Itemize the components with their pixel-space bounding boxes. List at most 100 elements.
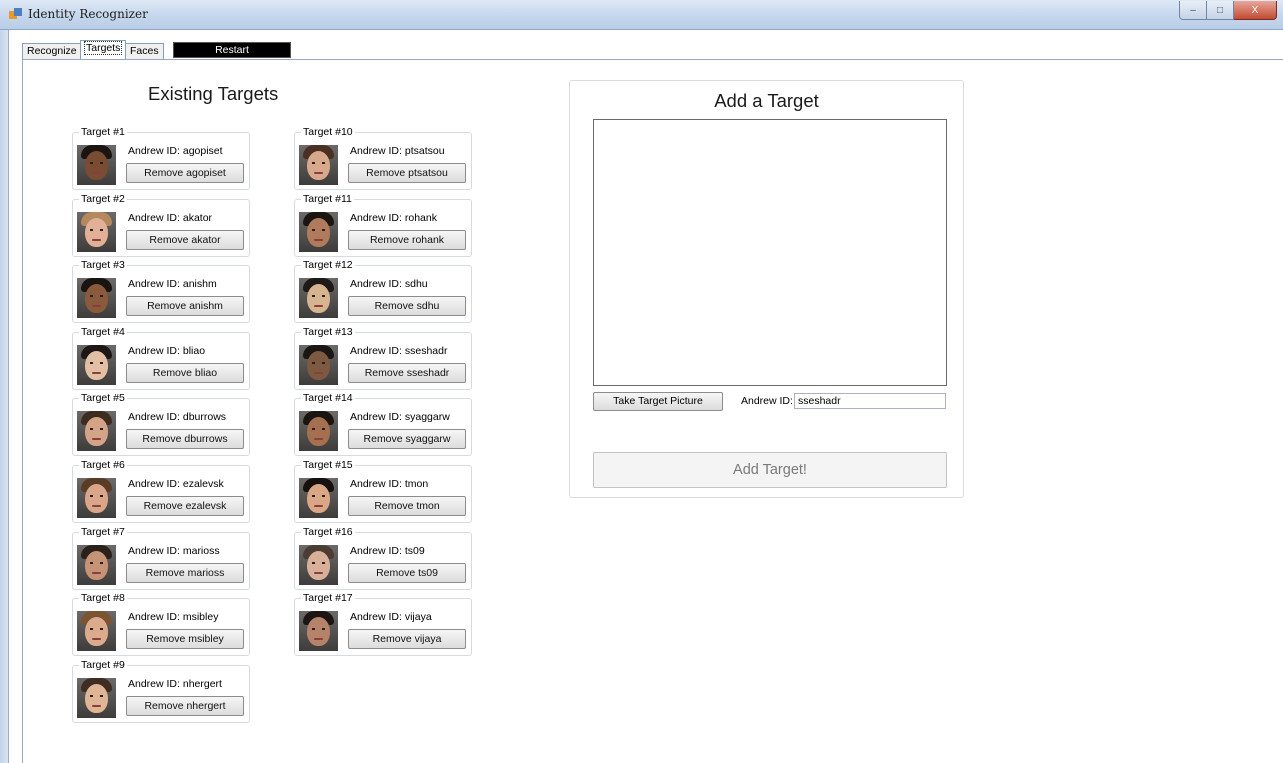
target-group: Target #2 Andrew ID: akator Remove akator bbox=[72, 194, 250, 257]
target-group: Target #5 Andrew ID: dburrows Remove dburr… bbox=[72, 393, 250, 456]
andrew-id-label: Andrew ID: vijaya bbox=[350, 611, 432, 623]
face-mouth bbox=[92, 572, 101, 574]
remove-target-button[interactable]: Remove bliao bbox=[126, 363, 244, 383]
restart-button[interactable]: Restart bbox=[173, 42, 291, 58]
face-eyes bbox=[90, 229, 103, 231]
tab-panel-border bbox=[22, 59, 1283, 60]
andrew-id-label: Andrew ID: agopiset bbox=[128, 145, 223, 157]
remove-target-button[interactable]: Remove tmon bbox=[348, 496, 466, 516]
face-mouth bbox=[92, 172, 101, 174]
face-mouth bbox=[314, 172, 323, 174]
face-eyes bbox=[90, 695, 103, 697]
remove-target-button[interactable]: Remove ts09 bbox=[348, 563, 466, 583]
target-group: Target #7 Andrew ID: marioss Remove marios… bbox=[72, 527, 250, 590]
face-mouth bbox=[92, 438, 101, 440]
face-mouth bbox=[314, 638, 323, 640]
face-skin bbox=[85, 417, 108, 446]
target-group: Target #8 Andrew ID: msibley Remove msible… bbox=[72, 593, 250, 656]
face-skin bbox=[85, 284, 108, 313]
andrew-id-label: Andrew ID: ptsatsou bbox=[350, 145, 445, 157]
remove-target-button[interactable]: Remove ezalevsk bbox=[126, 496, 244, 516]
face-mouth bbox=[92, 505, 101, 507]
target-face-photo bbox=[77, 411, 116, 451]
target-face-photo bbox=[77, 278, 116, 318]
face-skin bbox=[85, 484, 108, 513]
remove-target-button[interactable]: Remove sseshadr bbox=[348, 363, 466, 383]
target-legend: Target #9 bbox=[79, 659, 127, 671]
remove-target-button[interactable]: Remove dburrows bbox=[126, 429, 244, 449]
window-frame-left bbox=[0, 30, 8, 763]
face-eyes bbox=[90, 362, 103, 364]
face-mouth bbox=[314, 305, 323, 307]
face-skin bbox=[307, 484, 330, 513]
andrew-id-label: Andrew ID: ts09 bbox=[350, 545, 425, 557]
andrew-id-label: Andrew ID: syaggarw bbox=[350, 411, 450, 423]
target-face-photo bbox=[77, 145, 116, 185]
tab-recognize[interactable]: Recognize bbox=[22, 43, 82, 59]
target-face-photo bbox=[299, 478, 338, 518]
target-group: Target #17 Andrew ID: vijaya Remove vijaya bbox=[294, 593, 472, 656]
face-skin bbox=[307, 151, 330, 180]
target-face-photo bbox=[299, 278, 338, 318]
target-legend: Target #14 bbox=[301, 392, 355, 404]
target-face-photo bbox=[77, 678, 116, 718]
remove-target-button[interactable]: Remove syaggarw bbox=[348, 429, 466, 449]
face-skin bbox=[307, 617, 330, 646]
remove-target-button[interactable]: Remove akator bbox=[126, 230, 244, 250]
target-legend: Target #13 bbox=[301, 326, 355, 338]
target-face-photo bbox=[77, 611, 116, 651]
face-eyes bbox=[312, 362, 325, 364]
andrew-id-label: Andrew ID: nhergert bbox=[128, 678, 222, 690]
face-mouth bbox=[92, 372, 101, 374]
face-eyes bbox=[90, 628, 103, 630]
target-legend: Target #5 bbox=[79, 392, 127, 404]
tab-label: Recognize bbox=[27, 45, 77, 57]
target-legend: Target #12 bbox=[301, 259, 355, 271]
target-legend: Target #7 bbox=[79, 526, 127, 538]
face-skin bbox=[85, 151, 108, 180]
remove-target-button[interactable]: Remove vijaya bbox=[348, 629, 466, 649]
andrew-id-label: Andrew ID: sseshadr bbox=[350, 345, 448, 357]
tab-faces[interactable]: Faces bbox=[125, 43, 164, 59]
target-group: Target #9 Andrew ID: nhergert Remove nherg… bbox=[72, 660, 250, 723]
target-picture-box bbox=[593, 119, 947, 386]
target-legend: Target #4 bbox=[79, 326, 127, 338]
remove-target-button[interactable]: Remove nhergert bbox=[126, 696, 244, 716]
target-face-photo bbox=[299, 212, 338, 252]
remove-target-button[interactable]: Remove marioss bbox=[126, 563, 244, 583]
target-group: Target #6 Andrew ID: ezalevsk Remove ezale… bbox=[72, 460, 250, 523]
add-target-button[interactable]: Add Target! bbox=[593, 452, 947, 488]
maximize-icon[interactable]: □ bbox=[1207, 1, 1234, 20]
remove-target-button[interactable]: Remove sdhu bbox=[348, 296, 466, 316]
remove-target-button[interactable]: Remove msibley bbox=[126, 629, 244, 649]
remove-target-button[interactable]: Remove ptsatsou bbox=[348, 163, 466, 183]
face-mouth bbox=[314, 438, 323, 440]
face-skin bbox=[85, 351, 108, 380]
face-eyes bbox=[90, 162, 103, 164]
take-target-picture-button[interactable]: Take Target Picture bbox=[593, 392, 723, 411]
target-face-photo bbox=[77, 345, 116, 385]
target-legend: Target #2 bbox=[79, 193, 127, 205]
face-eyes bbox=[90, 428, 103, 430]
target-group: Target #12 Andrew ID: sdhu Remove sdhu bbox=[294, 260, 472, 323]
tab-label: Faces bbox=[130, 45, 159, 57]
close-icon[interactable]: X bbox=[1234, 1, 1277, 20]
existing-targets-title: Existing Targets bbox=[148, 83, 279, 104]
andrew-id-label: Andrew ID: tmon bbox=[350, 478, 429, 490]
target-face-photo bbox=[299, 611, 338, 651]
target-group: Target #15 Andrew ID: tmon Remove tmon bbox=[294, 460, 472, 523]
face-skin bbox=[307, 551, 330, 580]
andrew-id-label: Andrew ID: akator bbox=[128, 212, 213, 224]
remove-target-button[interactable]: Remove agopiset bbox=[126, 163, 244, 183]
remove-target-button[interactable]: Remove anishm bbox=[126, 296, 244, 316]
target-legend: Target #11 bbox=[301, 193, 354, 205]
remove-target-button[interactable]: Remove rohank bbox=[348, 230, 466, 250]
andrew-id-input[interactable] bbox=[794, 393, 946, 409]
minimize-icon[interactable]: – bbox=[1179, 1, 1207, 20]
target-group: Target #1 Andrew ID: agopiset Remove agopi… bbox=[72, 127, 250, 190]
tab-targets[interactable]: Targets bbox=[80, 40, 127, 59]
face-skin bbox=[307, 284, 330, 313]
target-legend: Target #3 bbox=[79, 259, 127, 271]
andrew-id-field-label: Andrew ID: bbox=[741, 395, 793, 407]
window-controls: – □ X bbox=[1179, 1, 1277, 20]
